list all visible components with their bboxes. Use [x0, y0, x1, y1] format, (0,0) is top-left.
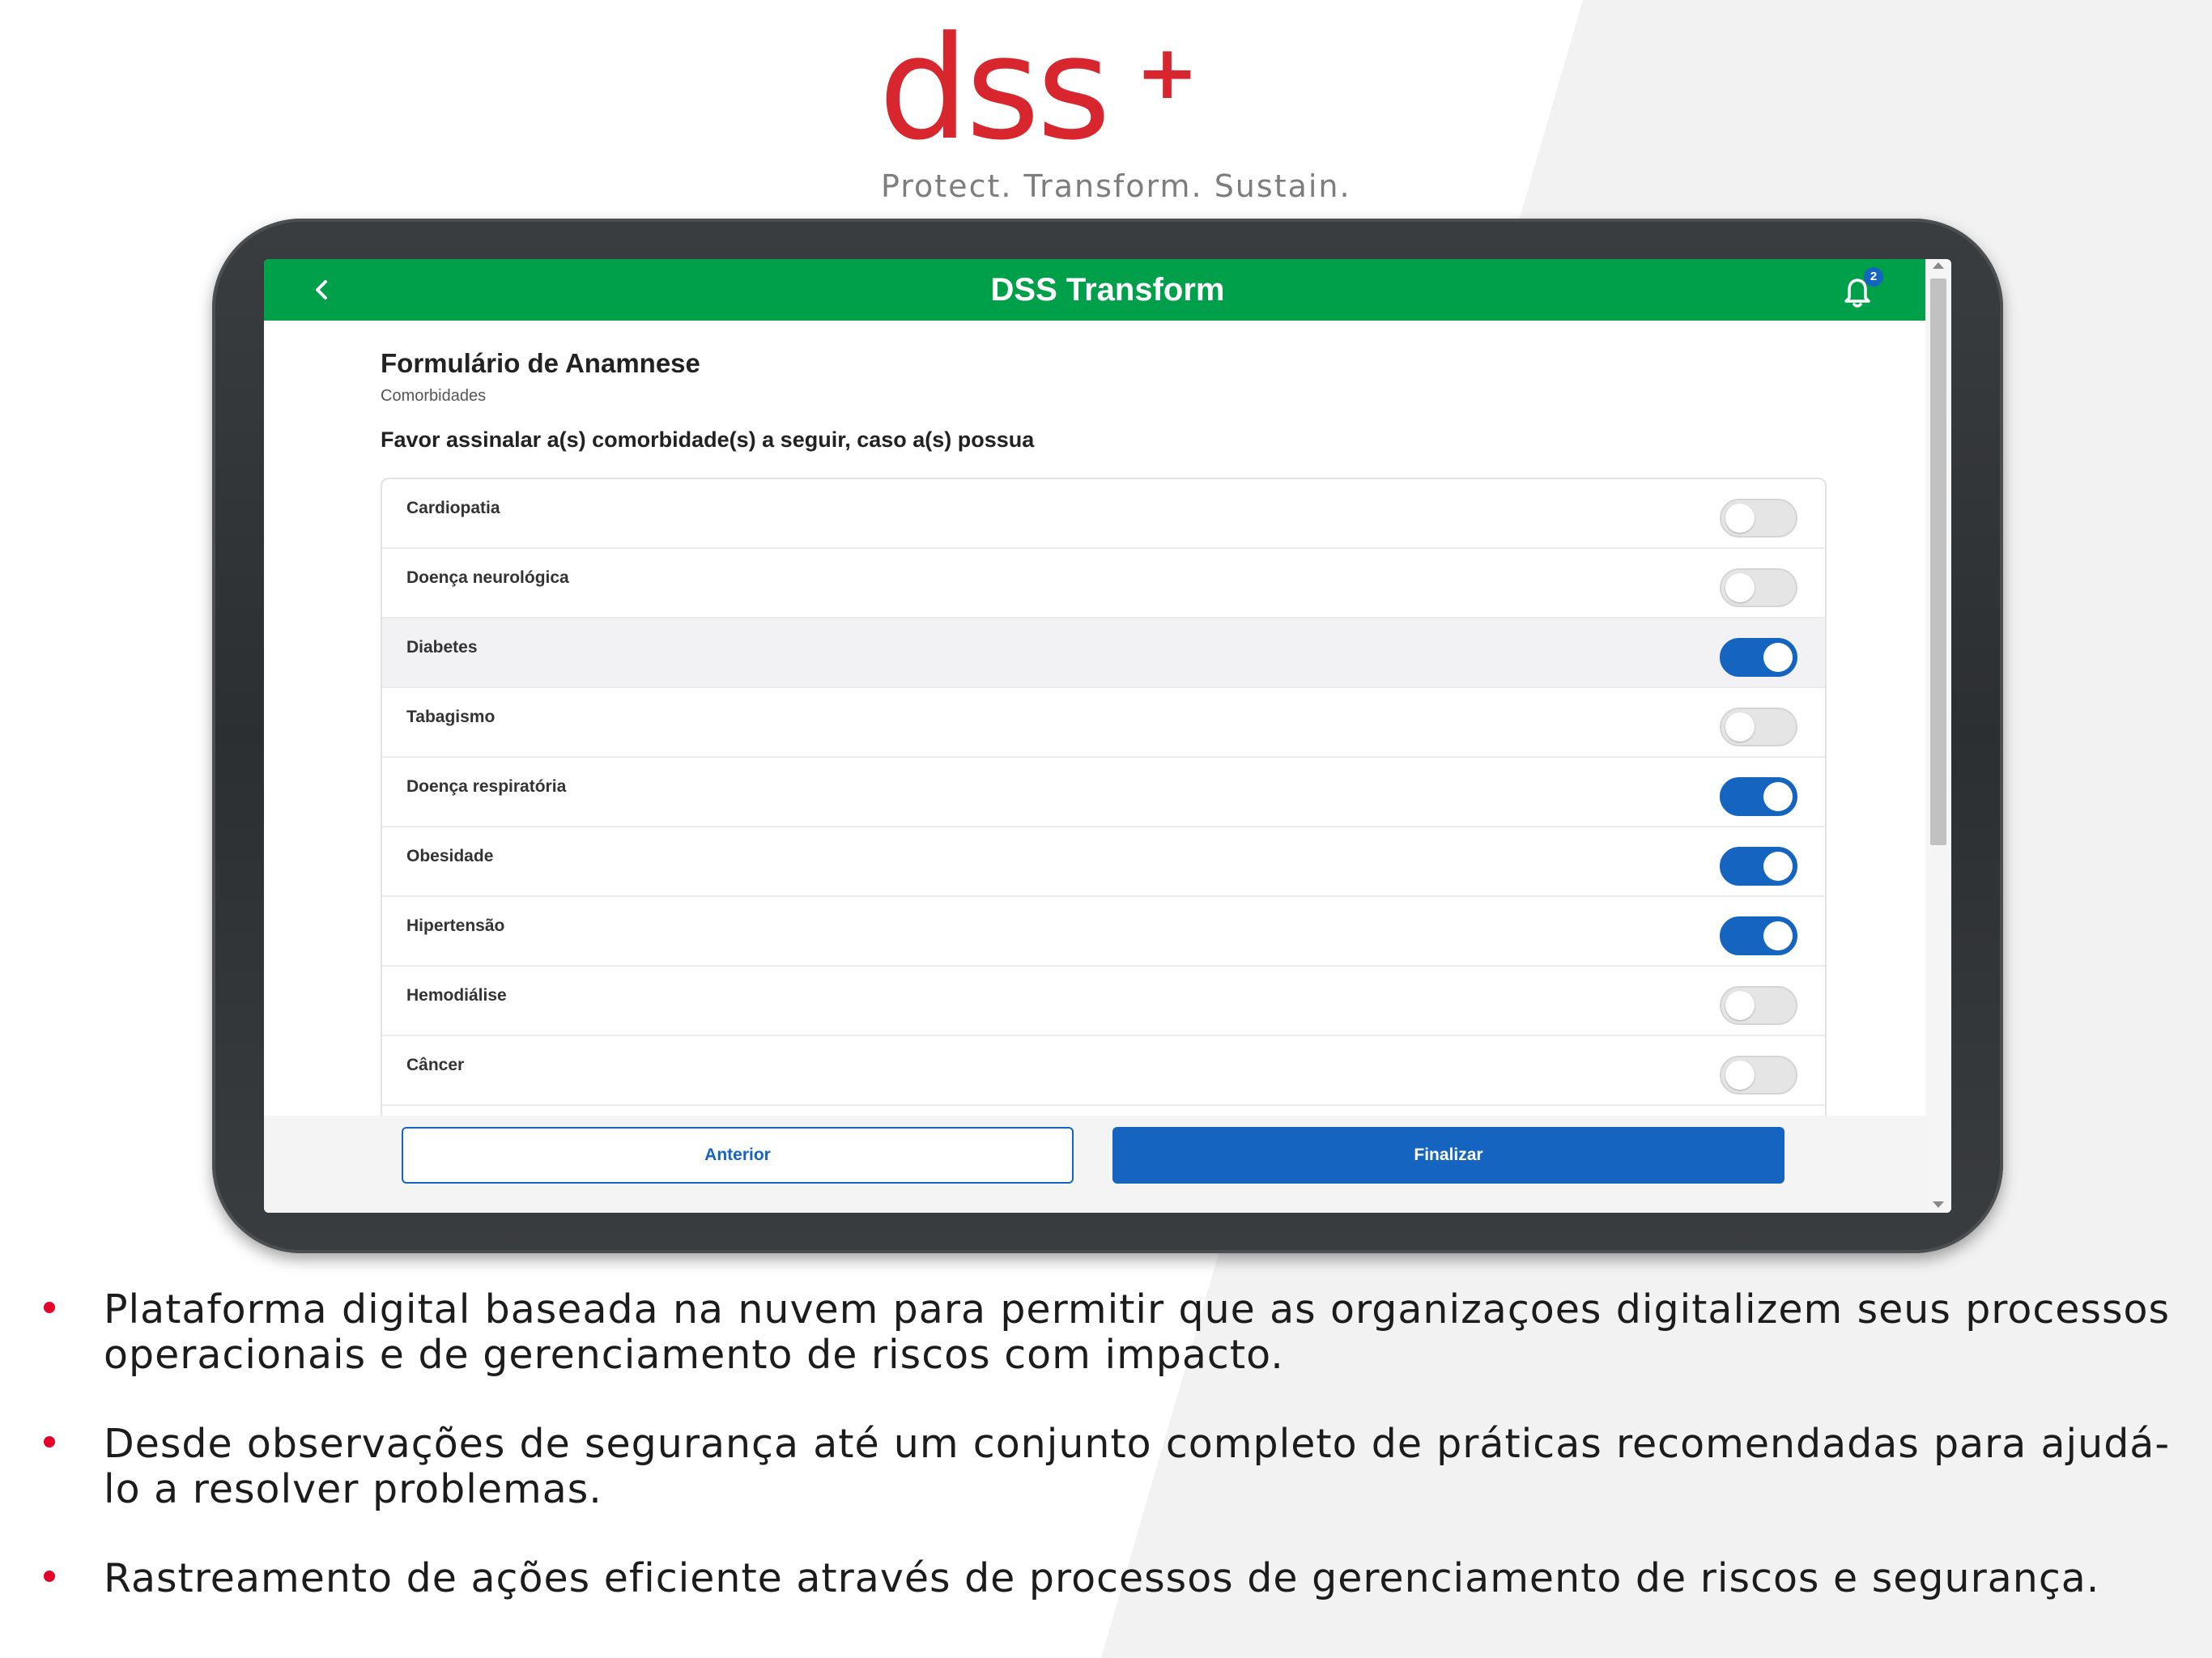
notification-badge: 2: [1864, 267, 1883, 287]
finish-button[interactable]: Finalizar: [1112, 1127, 1784, 1184]
tagline: Protect. Transform. Sustain.: [881, 168, 1351, 204]
toggle-knob: [1725, 712, 1755, 742]
dss-logo: dss + Protect. Transform. Sustain.: [878, 6, 1461, 205]
toggle-switch[interactable]: [1720, 916, 1797, 955]
item-label: Doença respiratória: [406, 777, 567, 796]
item-label: Hipertensão: [406, 916, 505, 935]
scrollbar[interactable]: [1925, 259, 1951, 1213]
list-item: Hipertensão: [382, 897, 1825, 967]
bullet-text: Desde observações de segurança até um co…: [104, 1421, 2170, 1512]
toggle-knob: [1725, 1061, 1755, 1090]
item-label: Câncer: [406, 1056, 465, 1074]
list-item: Cardiopatia: [382, 479, 1825, 549]
bullet-text: Plataforma digital baseada na nuvem para…: [104, 1286, 2170, 1378]
list-item: Hemodiálise: [382, 967, 1825, 1036]
tablet-frame: DSS Transform 2 Formulário de Anamnese C…: [212, 219, 2003, 1253]
item-label: Cardiopatia: [406, 499, 500, 517]
app-title: DSS Transform: [990, 272, 1225, 308]
toggle-switch[interactable]: [1720, 1056, 1797, 1095]
list-item: Diabetes: [382, 619, 1825, 688]
previous-button[interactable]: Anterior: [402, 1127, 1074, 1184]
scroll-thumb[interactable]: [1930, 278, 1946, 845]
logo-text: dss: [878, 6, 1111, 172]
bullet-item: Desde observações de segurança até um co…: [32, 1422, 2170, 1512]
bullet-dot-icon: [44, 1302, 55, 1313]
form-subtitle: Comorbidades: [381, 387, 487, 405]
list-item: Doença neurológica: [382, 549, 1825, 619]
bullet-item: Rastreamento de ações eficiente através …: [32, 1556, 2170, 1601]
question-text: Favor assinalar a(s) comorbidade(s) a se…: [381, 427, 1035, 452]
list-item: Tabagismo: [382, 688, 1825, 758]
toggle-knob: [1763, 921, 1793, 950]
app-screen: DSS Transform 2 Formulário de Anamnese C…: [264, 259, 1951, 1213]
toggle-knob: [1725, 573, 1755, 602]
item-label: Hemodiálise: [406, 986, 507, 1005]
bullet-dot-icon: [44, 1571, 55, 1582]
toggle-knob: [1725, 991, 1755, 1020]
app-bar: DSS Transform 2: [264, 259, 1951, 321]
item-label: Tabagismo: [406, 708, 496, 726]
toggle-knob: [1725, 504, 1755, 533]
item-label: Doença neurológica: [406, 568, 569, 587]
toggle-switch[interactable]: [1720, 777, 1797, 816]
toggle-knob: [1763, 852, 1793, 881]
form-title: Formulário de Anamnese: [381, 348, 700, 378]
logo-plus: +: [1136, 29, 1199, 116]
scroll-down-arrow-icon[interactable]: [1933, 1201, 1944, 1208]
toggle-switch[interactable]: [1720, 499, 1797, 538]
toggle-knob: [1763, 782, 1793, 811]
scroll-up-arrow-icon[interactable]: [1933, 262, 1944, 269]
item-label: Diabetes: [406, 638, 478, 657]
toggle-switch[interactable]: [1720, 986, 1797, 1025]
list-item: Doença respiratória: [382, 758, 1825, 827]
bullet-dot-icon: [44, 1436, 55, 1448]
feature-bullets: Plataforma digital baseada na nuvem para…: [32, 1287, 2170, 1645]
toggle-switch[interactable]: [1720, 568, 1797, 607]
list-item: Obesidade: [382, 827, 1825, 897]
toggle-switch[interactable]: [1720, 847, 1797, 886]
form-footer: Anterior Finalizar: [264, 1116, 1925, 1213]
comorbidity-list: Cardiopatia Doença neurológica Diabetes …: [381, 478, 1827, 1129]
list-item: Câncer: [382, 1036, 1825, 1106]
toggle-switch[interactable]: [1720, 708, 1797, 746]
bullet-item: Plataforma digital baseada na nuvem para…: [32, 1287, 2170, 1378]
toggle-switch[interactable]: [1720, 638, 1797, 677]
toggle-knob: [1763, 643, 1793, 672]
item-label: Obesidade: [406, 847, 494, 865]
chevron-left-icon[interactable]: [306, 274, 338, 306]
bullet-text: Rastreamento de ações eficiente através …: [104, 1555, 2100, 1601]
